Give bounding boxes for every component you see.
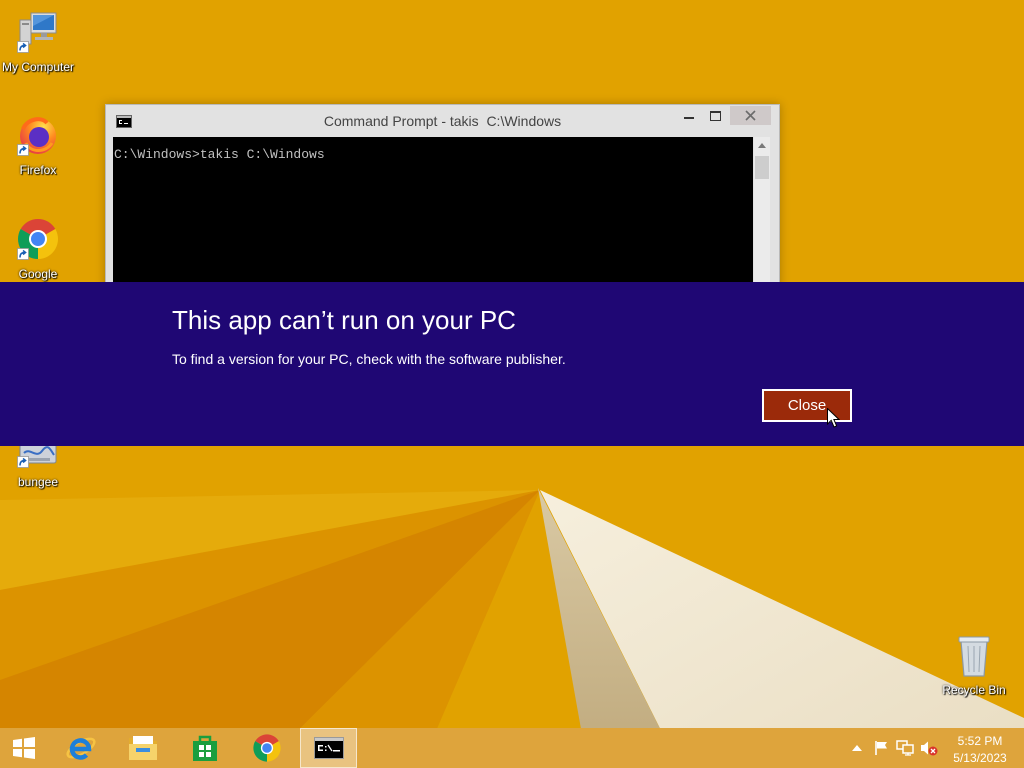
taskbar-internet-explorer-button[interactable] xyxy=(52,728,110,768)
taskbar-file-explorer-button[interactable] xyxy=(114,728,172,768)
start-button[interactable] xyxy=(0,728,48,768)
windows-start-icon xyxy=(13,737,35,759)
firefox-icon xyxy=(16,113,60,157)
close-icon xyxy=(745,110,756,121)
volume-muted-icon[interactable] xyxy=(920,739,938,757)
windows-store-icon xyxy=(190,733,220,763)
shortcut-arrow-icon xyxy=(17,456,29,468)
shortcut-arrow-icon xyxy=(17,41,29,53)
taskbar: 5:52 PM 5/13/2023 xyxy=(0,728,1024,768)
scroll-up-arrow-icon[interactable] xyxy=(758,143,766,148)
file-explorer-icon xyxy=(127,734,159,762)
internet-explorer-icon xyxy=(65,732,97,764)
cmd-icon xyxy=(313,737,344,759)
maximize-icon xyxy=(710,111,721,121)
mouse-cursor xyxy=(827,408,840,428)
taskbar-command-prompt-button[interactable] xyxy=(300,728,357,768)
computer-icon xyxy=(16,10,60,54)
chrome-icon xyxy=(16,217,60,261)
taskbar-chrome-button[interactable] xyxy=(238,728,296,768)
desktop-icon-label: Firefox xyxy=(19,163,57,177)
window-titlebar[interactable]: Command Prompt - takis C:\Windows xyxy=(106,105,779,137)
desktop-icon-recycle-bin[interactable]: Recycle Bin xyxy=(936,633,1012,697)
desktop-icon-firefox[interactable]: Firefox xyxy=(0,113,76,177)
chrome-icon xyxy=(252,733,282,763)
taskbar-store-button[interactable] xyxy=(176,728,234,768)
minimize-icon xyxy=(684,117,694,119)
desktop-icon-my-computer[interactable]: My Computer xyxy=(0,10,76,74)
action-center-flag-icon[interactable] xyxy=(872,739,890,757)
error-message: To find a version for your PC, check wit… xyxy=(172,351,566,367)
shortcut-arrow-icon xyxy=(17,248,29,260)
show-hidden-icons-icon[interactable] xyxy=(848,739,866,757)
desktop-icon-label: My Computer xyxy=(1,60,75,74)
app-error-banner: This app can’t run on your PC To find a … xyxy=(0,282,1024,446)
desktop-icon-label: Google xyxy=(18,267,58,281)
error-title: This app can’t run on your PC xyxy=(172,305,516,335)
clock-date: 5/13/2023 xyxy=(953,751,1007,765)
window-close-button[interactable] xyxy=(730,106,771,125)
scrollbar-thumb[interactable] xyxy=(755,156,769,179)
network-icon[interactable] xyxy=(896,739,914,757)
clock-time: 5:52 PM xyxy=(957,734,1003,748)
shortcut-arrow-icon xyxy=(17,144,29,156)
clock[interactable]: 5:52 PM 5/13/2023 xyxy=(949,734,1011,766)
recycle-bin-icon xyxy=(952,633,996,677)
desktop-icon-label: bungee xyxy=(17,475,59,489)
desktop-icon-google[interactable]: Google xyxy=(0,217,76,281)
desktop-icon-label: Recycle Bin xyxy=(942,683,1006,697)
maximize-button[interactable] xyxy=(704,106,728,125)
minimize-button[interactable] xyxy=(678,106,702,125)
console-line: C:\Windows>takis C:\Windows xyxy=(114,147,325,162)
